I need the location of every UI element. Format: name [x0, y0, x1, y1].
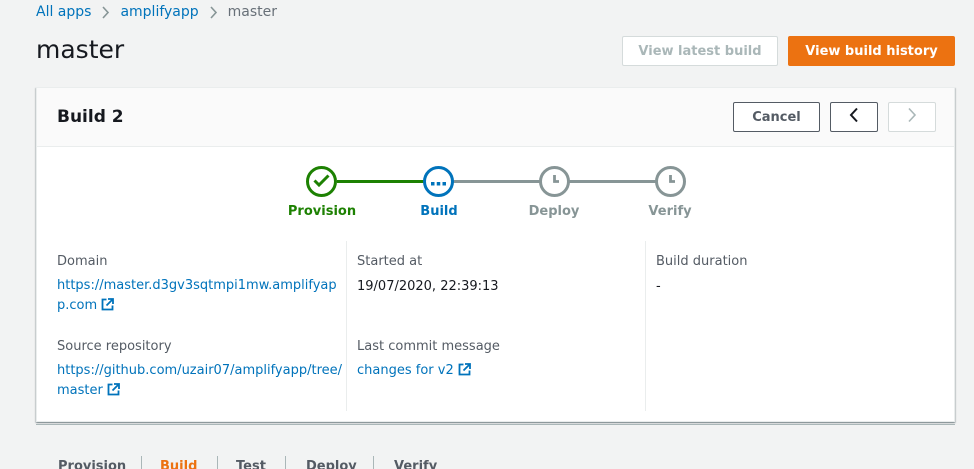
started-at-label: Started at: [357, 254, 423, 269]
last-commit-link-text: changes for v2: [357, 363, 454, 378]
chevron-left-icon: [848, 107, 860, 127]
build-card-header: Build 2 Cancel: [37, 88, 954, 147]
chevron-right-icon: [906, 107, 918, 127]
tab-deploy[interactable]: Deploy: [306, 459, 357, 469]
column-divider: [645, 241, 646, 411]
step-connector-pending: [452, 180, 541, 183]
column-divider: [346, 241, 347, 411]
chevron-right-icon: [101, 5, 110, 19]
chevron-right-icon: [209, 5, 218, 19]
last-commit-link[interactable]: changes for v2: [357, 361, 642, 383]
step-provision: [306, 166, 337, 197]
step-deploy: [539, 166, 570, 197]
build-card: Build 2 Cancel Provision Build Deploy Ve…: [36, 87, 955, 422]
source-repository-link-text: https://github.com/uzair07/amplifyapp/tr…: [57, 363, 343, 398]
breadcrumb: All apps amplifyapp master: [36, 3, 277, 21]
step-label-provision: Provision: [287, 204, 357, 219]
source-repository-link[interactable]: https://github.com/uzair07/amplifyapp/tr…: [57, 361, 342, 403]
ellipsis-icon: [431, 172, 446, 191]
breadcrumb-amplifyapp[interactable]: amplifyapp: [120, 4, 198, 20]
breadcrumb-current: master: [227, 4, 278, 20]
build-stepper: Provision Build Deploy Verify: [37, 147, 954, 232]
build-duration-value: -: [656, 279, 661, 294]
step-label-deploy: Deploy: [528, 204, 580, 219]
tab-build[interactable]: Build: [160, 459, 197, 469]
domain-link[interactable]: https://master.d3gv3sqtmpi1mw.amplifyapp…: [57, 276, 342, 318]
page-title: master: [36, 35, 125, 64]
clock-icon: [664, 172, 677, 191]
previous-build-button[interactable]: [830, 102, 878, 132]
check-icon: [313, 172, 330, 191]
step-connector-pending: [569, 180, 657, 183]
step-verify: [655, 166, 686, 197]
view-latest-build-button[interactable]: View latest build: [622, 36, 778, 66]
clock-icon: [548, 172, 561, 191]
started-at-value: 19/07/2020, 22:39:13: [357, 279, 499, 294]
domain-link-text: https://master.d3gv3sqtmpi1mw.amplifyapp…: [57, 278, 337, 313]
step-label-build: Build: [420, 204, 458, 219]
build-phase-tabs: Provision Build Test Deploy Verify: [36, 424, 955, 469]
step-connector-complete: [337, 180, 424, 183]
external-link-icon: [107, 383, 120, 403]
tab-divider: [285, 456, 286, 469]
build-duration-label: Build duration: [656, 254, 748, 269]
tab-verify[interactable]: Verify: [394, 459, 437, 469]
tab-provision[interactable]: Provision: [58, 459, 126, 469]
cancel-button[interactable]: Cancel: [733, 102, 820, 132]
next-build-button[interactable]: [888, 102, 936, 132]
view-build-history-button[interactable]: View build history: [788, 36, 955, 66]
source-repository-label: Source repository: [57, 339, 172, 354]
build-title: Build 2: [57, 107, 124, 127]
tab-divider: [373, 456, 374, 469]
tab-test[interactable]: Test: [236, 459, 266, 469]
tab-divider: [217, 456, 218, 469]
tab-divider: [141, 456, 142, 469]
external-link-icon: [101, 298, 115, 318]
external-link-icon: [458, 363, 471, 383]
step-label-verify: Verify: [648, 204, 692, 219]
last-commit-label: Last commit message: [357, 339, 500, 354]
breadcrumb-all-apps[interactable]: All apps: [36, 4, 91, 20]
step-build: [423, 166, 454, 197]
domain-label: Domain: [57, 254, 108, 269]
